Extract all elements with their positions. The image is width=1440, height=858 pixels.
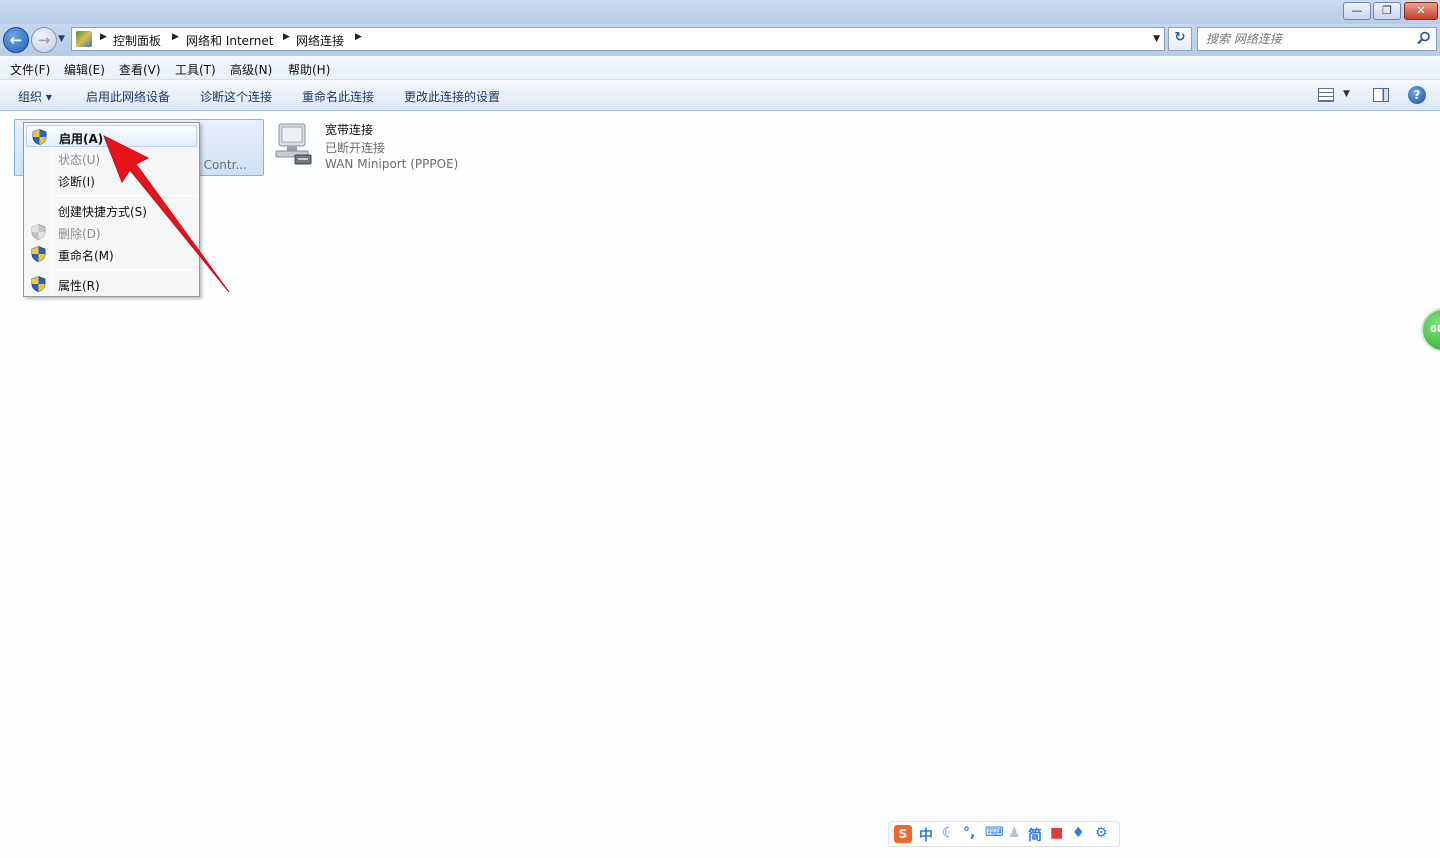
ime-toolbar: S 中 ☾ °, ⌨ ♟ 简 ■ ♦ ⚙ [888, 821, 1120, 847]
ime-chinese-mode[interactable]: 中 [919, 825, 933, 845]
uac-shield-icon [31, 276, 46, 292]
diagnose-connection-button[interactable]: 诊断这个连接 [200, 88, 272, 105]
user-icon[interactable]: ♟ [1008, 825, 1021, 841]
uac-shield-icon [32, 129, 47, 145]
address-dropdown-icon[interactable]: ▼ [1153, 34, 1160, 44]
menu-bar: 文件(F) 编辑(E) 查看(V) 工具(T) 高级(N) 帮助(H) [0, 56, 1440, 80]
history-dropdown-icon[interactable]: ▼ [58, 34, 65, 44]
menu-item-label: 重命名(M) [58, 249, 114, 263]
maximize-button[interactable]: ❐ [1373, 2, 1401, 20]
menu-item-label: 删除(D) [58, 227, 101, 241]
change-settings-button[interactable]: 更改此连接的设置 [404, 88, 500, 105]
address-bar[interactable]: ▶ 控制面板 ▶ 网络和 Internet ▶ 网络连接 ▶ ▼ [71, 27, 1165, 51]
breadcrumb-separator-icon[interactable]: ▶ [283, 32, 290, 42]
close-button[interactable]: ✕ [1404, 2, 1438, 20]
menu-item-label: 诊断(I) [58, 175, 95, 189]
moon-icon[interactable]: ☾ [942, 825, 955, 841]
connection-tile-broadband[interactable]: 宽带连接 已断开连接 WAN Miniport (PPPOE) [270, 120, 530, 180]
menu-item-properties[interactable]: 属性(R) [26, 273, 197, 295]
connections-list: ily Contr... 宽带连接 已断开连接 WAN Miniport (PP… [0, 112, 1440, 858]
menu-item-label: 状态(U) [58, 153, 101, 167]
menu-item-delete[interactable]: 删除(D) [26, 221, 197, 243]
breadcrumb-separator-icon[interactable]: ▶ [100, 32, 107, 42]
ime-simplified-mode[interactable]: 简 [1028, 825, 1042, 845]
menu-separator [54, 269, 197, 270]
uac-shield-icon [31, 246, 46, 262]
menu-item-label: 创建快捷方式(S) [58, 205, 147, 219]
keyboard-icon[interactable]: ⌨ [985, 825, 1004, 840]
video-icon[interactable]: ■ [1050, 825, 1063, 841]
preview-pane-icon[interactable] [1373, 88, 1389, 102]
menu-separator [54, 195, 197, 196]
title-bar: — ❐ ✕ [0, 0, 1440, 24]
breadcrumb-control-panel[interactable]: 控制面板 [113, 32, 161, 49]
menu-help[interactable]: 帮助(H) [288, 61, 330, 78]
settings-gear-icon[interactable]: ⚙ [1095, 825, 1108, 841]
search-input[interactable] [1206, 29, 1416, 49]
search-icon[interactable] [1417, 31, 1431, 45]
navigation-bar: ← → ▼ ▶ 控制面板 ▶ 网络和 Internet ▶ 网络连接 ▶ ▼ ↻ [0, 24, 1440, 56]
breadcrumb-separator-icon[interactable]: ▶ [355, 32, 362, 42]
menu-view[interactable]: 查看(V) [119, 61, 161, 78]
connection-name: 宽带连接 [325, 123, 374, 137]
menu-tools[interactable]: 工具(T) [175, 61, 216, 78]
breadcrumb-network-internet[interactable]: 网络和 Internet [186, 32, 273, 49]
menu-item-rename[interactable]: 重命名(M) [26, 243, 197, 265]
menu-item-create-shortcut[interactable]: 创建快捷方式(S) [26, 199, 197, 221]
menu-item-enable[interactable]: 启用(A) [26, 125, 197, 147]
network-computer-icon [275, 123, 312, 165]
change-view-icon[interactable] [1318, 88, 1334, 102]
context-menu: 启用(A) 状态(U) 诊断(I) 创建快捷方式(S) 删除(D) 重命名(M) [23, 122, 200, 297]
back-button[interactable]: ← [3, 27, 29, 53]
menu-item-status[interactable]: 状态(U) [26, 147, 197, 169]
minimize-button[interactable]: — [1343, 2, 1371, 20]
connection-status: 已断开连接 [325, 141, 386, 155]
forward-button[interactable]: → [31, 27, 57, 53]
ime-logo-icon[interactable]: S [894, 825, 912, 843]
breadcrumb-network-connections[interactable]: 网络连接 [296, 32, 344, 49]
breadcrumb-separator-icon[interactable]: ▶ [172, 32, 179, 42]
connection-device: WAN Miniport (PPPOE) [325, 157, 459, 171]
rename-connection-button[interactable]: 重命名此连接 [302, 88, 374, 105]
menu-item-diagnose[interactable]: 诊断(I) [26, 169, 197, 191]
view-dropdown-icon[interactable]: ▼ [1343, 89, 1350, 99]
help-icon[interactable]: ? [1408, 86, 1426, 104]
enable-device-button[interactable]: 启用此网络设备 [86, 88, 170, 105]
menu-edit[interactable]: 编辑(E) [64, 61, 105, 78]
organize-button[interactable]: 组织 ▾ [18, 88, 52, 105]
menu-item-label: 启用(A) [59, 132, 104, 146]
skin-icon[interactable]: ♦ [1072, 825, 1085, 841]
command-bar: 组织 ▾ 启用此网络设备 诊断这个连接 重命名此连接 更改此连接的设置 ▼ ? [0, 80, 1440, 111]
menu-advanced[interactable]: 高级(N) [230, 61, 272, 78]
control-panel-icon [76, 31, 92, 47]
refresh-button[interactable]: ↻ [1168, 27, 1192, 51]
menu-file[interactable]: 文件(F) [10, 61, 50, 78]
search-box[interactable] [1197, 27, 1437, 51]
menu-item-label: 属性(R) [58, 279, 100, 293]
punctuation-icon[interactable]: °, [963, 825, 975, 841]
uac-shield-icon [31, 224, 46, 240]
